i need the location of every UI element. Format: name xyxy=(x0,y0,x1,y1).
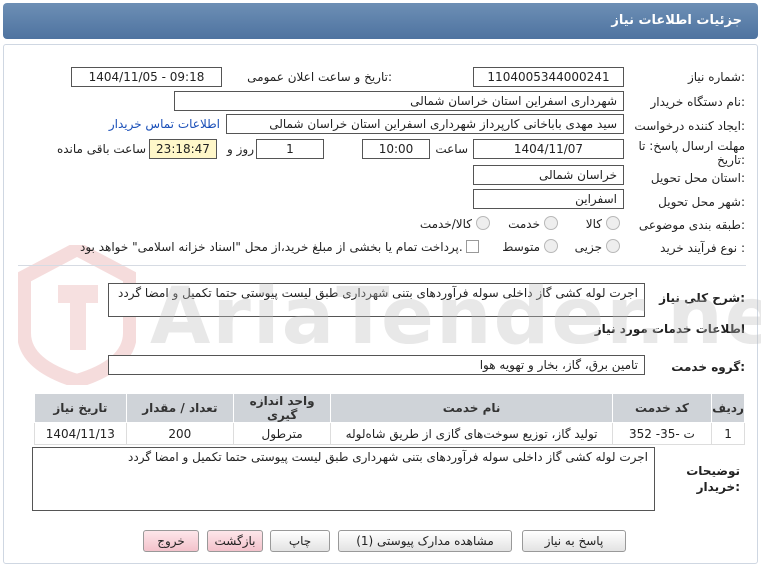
category-goods-service-label: کالا/خدمت xyxy=(419,217,472,231)
back-button[interactable]: بازگشت xyxy=(207,530,263,552)
watermark-text: AriaTender.net xyxy=(150,272,761,362)
deadline-time-field: 10:00 xyxy=(362,139,430,159)
province-field: خراسان شمالی xyxy=(473,165,624,185)
col-row: ردیف xyxy=(711,393,745,423)
category-label: طبقه بندی موضوعی: xyxy=(638,218,745,232)
reply-button[interactable]: پاسخ به نیاز xyxy=(522,530,626,552)
col-quantity: تعداد / مقدار xyxy=(125,393,234,423)
category-goods-label: کالا xyxy=(585,217,602,231)
process-label: نوع فرآیند خرید : xyxy=(660,241,745,255)
print-button[interactable]: چاپ xyxy=(270,530,330,552)
buyer-label: نام دستگاه خریدار: xyxy=(650,95,746,109)
category-goods-service-radio[interactable] xyxy=(476,216,490,230)
buyer-field: شهرداری اسفراین استان خراسان شمالی xyxy=(174,91,624,111)
remaining-time-field: 23:18:47 xyxy=(149,139,217,159)
cell-unit: مترطول xyxy=(232,422,332,445)
col-need-date: تاریخ نیاز xyxy=(34,393,127,423)
contact-buyer-link[interactable]: اطلاعات تماس خریدار xyxy=(105,117,220,131)
city-field: اسفراین xyxy=(473,189,624,209)
cell-service-code: ت -35- 352 xyxy=(611,422,713,445)
attachments-button[interactable]: مشاهده مدارک پیوستی (1) xyxy=(338,530,512,552)
col-service-code: کد خدمت xyxy=(611,393,713,423)
need-number-label: شماره نیاز: xyxy=(687,70,745,84)
deadline-date-field: 1404/11/07 xyxy=(473,139,624,159)
divider xyxy=(18,265,746,266)
process-medium-radio[interactable] xyxy=(544,239,558,253)
cell-quantity: 200 xyxy=(125,422,234,445)
page-title: جزئیات اطلاعات نیاز xyxy=(611,13,742,28)
buyer-notes-label: توضیحات xyxy=(686,464,740,478)
announce-field: 1404/11/05 - 09:18 xyxy=(71,67,222,87)
process-minor-radio[interactable] xyxy=(606,239,620,253)
exit-button[interactable]: خروج xyxy=(143,530,199,552)
treasury-payment-note: پرداخت تمام یا بخشی از مبلغ خرید،از محل … xyxy=(80,240,463,254)
buyer-notes-label-2: خریدار: xyxy=(696,480,740,494)
service-group-label: گروه خدمت: xyxy=(671,360,745,374)
deadline-label-date: تاریخ: xyxy=(717,153,745,167)
col-service-name: نام خدمت xyxy=(330,393,613,423)
cell-need-date: 1404/11/13 xyxy=(34,422,127,445)
process-minor-label: جزیی xyxy=(574,240,602,254)
announce-label: تاریخ و ساعت اعلان عمومی: xyxy=(247,70,392,84)
page-title-bar: جزئیات اطلاعات نیاز xyxy=(3,3,758,39)
days-label: روز و xyxy=(227,142,254,156)
services-table: تاریخ نیاز تعداد / مقدار واحد اندازه گیر… xyxy=(34,393,745,445)
table-header-row: تاریخ نیاز تعداد / مقدار واحد اندازه گیر… xyxy=(34,393,745,423)
deadline-label: مهلت ارسال پاسخ: تا xyxy=(638,139,745,153)
creator-field: سید مهدی باباخانی کارپرداز شهرداری اسفرا… xyxy=(226,114,624,134)
days-field: 1 xyxy=(256,139,324,159)
buyer-notes-textarea: اجرت لوله کشی گاز داخلی سوله فرآوردهای ب… xyxy=(32,447,655,511)
cell-service-name: تولید گاز، توزیع سوخت‌های گازی از طریق ش… xyxy=(330,422,613,445)
table-row: 1404/11/13 200 مترطول تولید گاز، توزیع س… xyxy=(34,422,745,445)
remaining-label: ساعت باقی مانده xyxy=(56,142,146,156)
process-medium-label: متوسط xyxy=(502,240,540,254)
cell-row-index: 1 xyxy=(711,422,745,445)
creator-label: ایجاد کننده درخواست: xyxy=(634,119,745,133)
category-goods-radio[interactable] xyxy=(606,216,620,230)
col-unit: واحد اندازه گیری xyxy=(232,393,332,423)
province-label: استان محل تحویل: xyxy=(650,171,745,185)
treasury-payment-checkbox[interactable] xyxy=(466,240,479,253)
need-number-field: 1104005344000241 xyxy=(473,67,624,87)
time-label: ساعت xyxy=(435,142,468,156)
category-service-label: خدمت xyxy=(508,217,540,231)
city-label: شهر محل تحویل: xyxy=(658,195,745,209)
category-service-radio[interactable] xyxy=(544,216,558,230)
